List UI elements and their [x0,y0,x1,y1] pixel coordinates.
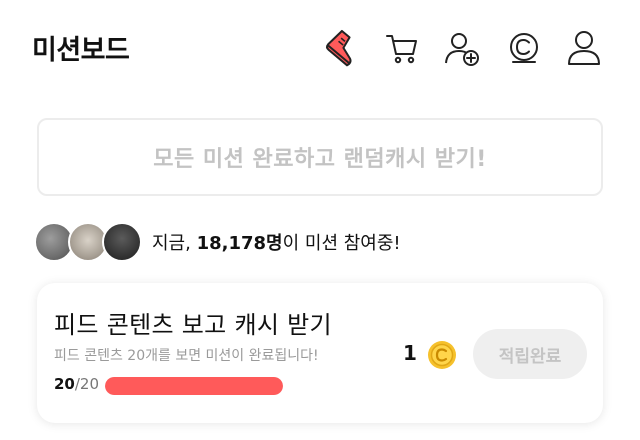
participants-row: 지금, 18,178명이 미션 참여중! [34,220,401,264]
participant-prefix: 지금, [152,233,197,254]
profile-icon[interactable] [562,26,606,70]
mission-board-page: 미션보드 모든 미션 완료하고 랜덤캐시 받기! 지금, 18,178명이 미션… [0,0,640,440]
participant-suffix: 이 미션 참여중! [282,233,401,254]
participant-count-text: 지금, 18,178명이 미션 참여중! [152,229,401,255]
reward-amount: 1 [403,341,417,365]
cash-coin-icon[interactable] [502,26,546,70]
page-title: 미션보드 [32,35,130,66]
header: 미션보드 [0,0,640,96]
random-cash-banner[interactable]: 모든 미션 완료하고 랜덤캐시 받기! [37,118,603,196]
progress-bar-fill [105,377,283,395]
participant-avatars [34,220,142,264]
claim-complete-button[interactable]: 적립완료 [473,329,587,379]
progress-bar [105,377,283,395]
gold-coin-icon [427,340,457,370]
mission-card: 피드 콘텐츠 보고 캐시 받기 피드 콘텐츠 20개를 보면 미션이 완료됩니다… [37,283,603,423]
sneaker-icon[interactable] [320,26,364,70]
add-friend-icon[interactable] [440,26,484,70]
cart-icon[interactable] [380,26,424,70]
progress-count: 20/20 [54,375,99,393]
progress-total: /20 [74,375,100,393]
progress-current: 20 [54,375,75,393]
mission-description: 피드 콘텐츠 20개를 보면 미션이 완료됩니다! [54,348,319,364]
participant-count: 18,178명 [196,233,283,254]
banner-label: 모든 미션 완료하고 랜덤캐시 받기! [153,147,487,172]
mission-title: 피드 콘텐츠 보고 캐시 받기 [54,311,332,339]
avatar [102,222,142,262]
